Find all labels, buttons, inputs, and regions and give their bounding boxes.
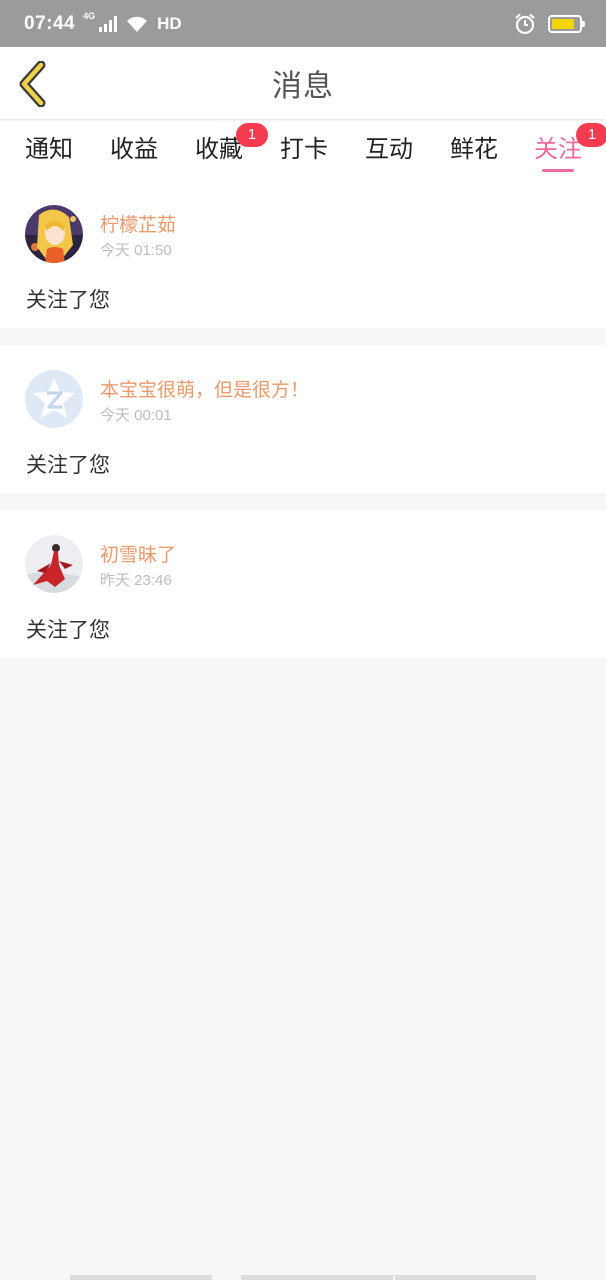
tab-follows[interactable]: 关注 1 [533, 123, 606, 179]
nav-gesture-hint [241, 1275, 393, 1280]
status-right [514, 13, 585, 35]
status-bar: 07:44 4G HD [0, 0, 606, 47]
tab-earnings[interactable]: 收益 [109, 129, 159, 179]
chevron-left-icon[interactable] [14, 61, 54, 107]
message-list: 柠檬芷茹 今天 01:50 关注了您 本宝宝很萌，但是很方！ 今天 00:01 … [0, 180, 606, 675]
list-item[interactable]: 柠檬芷茹 今天 01:50 关注了您 [0, 180, 606, 328]
message-time: 昨天 23:46 [100, 572, 172, 589]
tab-label: 关注 [534, 135, 582, 163]
message-time: 今天 00:01 [100, 407, 172, 424]
tab-label: 互动 [365, 135, 413, 163]
battery-level [552, 18, 575, 29]
user-name[interactable]: 初雪昧了 [100, 540, 176, 567]
tab-label: 通知 [25, 135, 73, 163]
tab-flowers[interactable]: 鲜花 [449, 129, 499, 179]
signal-icon [99, 15, 118, 32]
header: 消息 [0, 47, 606, 120]
hd-indicator: HD [157, 13, 182, 33]
anime-avatar[interactable] [25, 205, 83, 263]
default-avatar[interactable] [25, 370, 83, 428]
nav-gesture-hint [395, 1275, 536, 1280]
list-item[interactable]: 初雪昧了 昨天 23:46 关注了您 [0, 510, 606, 658]
tab-notifications[interactable]: 通知 [24, 129, 74, 179]
tab-label: 鲜花 [450, 135, 498, 163]
wifi-icon [127, 16, 148, 32]
list-item[interactable]: 本宝宝很萌，但是很方！ 今天 00:01 关注了您 [0, 345, 606, 493]
status-time: 07:44 [24, 12, 76, 34]
unread-badge: 1 [576, 123, 606, 147]
user-name[interactable]: 本宝宝很萌，但是很方！ [100, 375, 309, 402]
battery-icon [548, 14, 585, 33]
tab-label: 打卡 [280, 135, 328, 163]
red-dress-avatar[interactable] [25, 535, 83, 593]
message-text: 关注了您 [26, 453, 110, 477]
tab-interactions[interactable]: 互动 [364, 129, 414, 179]
message-time: 今天 01:50 [100, 242, 172, 259]
status-left: 07:44 4G HD [24, 11, 182, 35]
page-title: 消息 [272, 69, 334, 104]
tab-bar: 通知 收益 收藏 1 打卡 互动 鲜花 关注 1 [0, 121, 606, 180]
tab-checkin[interactable]: 打卡 [279, 129, 329, 179]
active-tab-indicator [542, 169, 574, 172]
message-text: 关注了您 [26, 288, 110, 312]
alarm-icon [515, 13, 535, 34]
network-type: 4G [83, 11, 96, 21]
tab-label: 收益 [110, 135, 158, 163]
unread-badge: 1 [236, 123, 268, 147]
user-name[interactable]: 柠檬芷茹 [100, 210, 176, 237]
message-text: 关注了您 [26, 618, 110, 642]
tab-favorites[interactable]: 收藏 1 [194, 123, 268, 179]
nav-gesture-hint [70, 1275, 212, 1280]
